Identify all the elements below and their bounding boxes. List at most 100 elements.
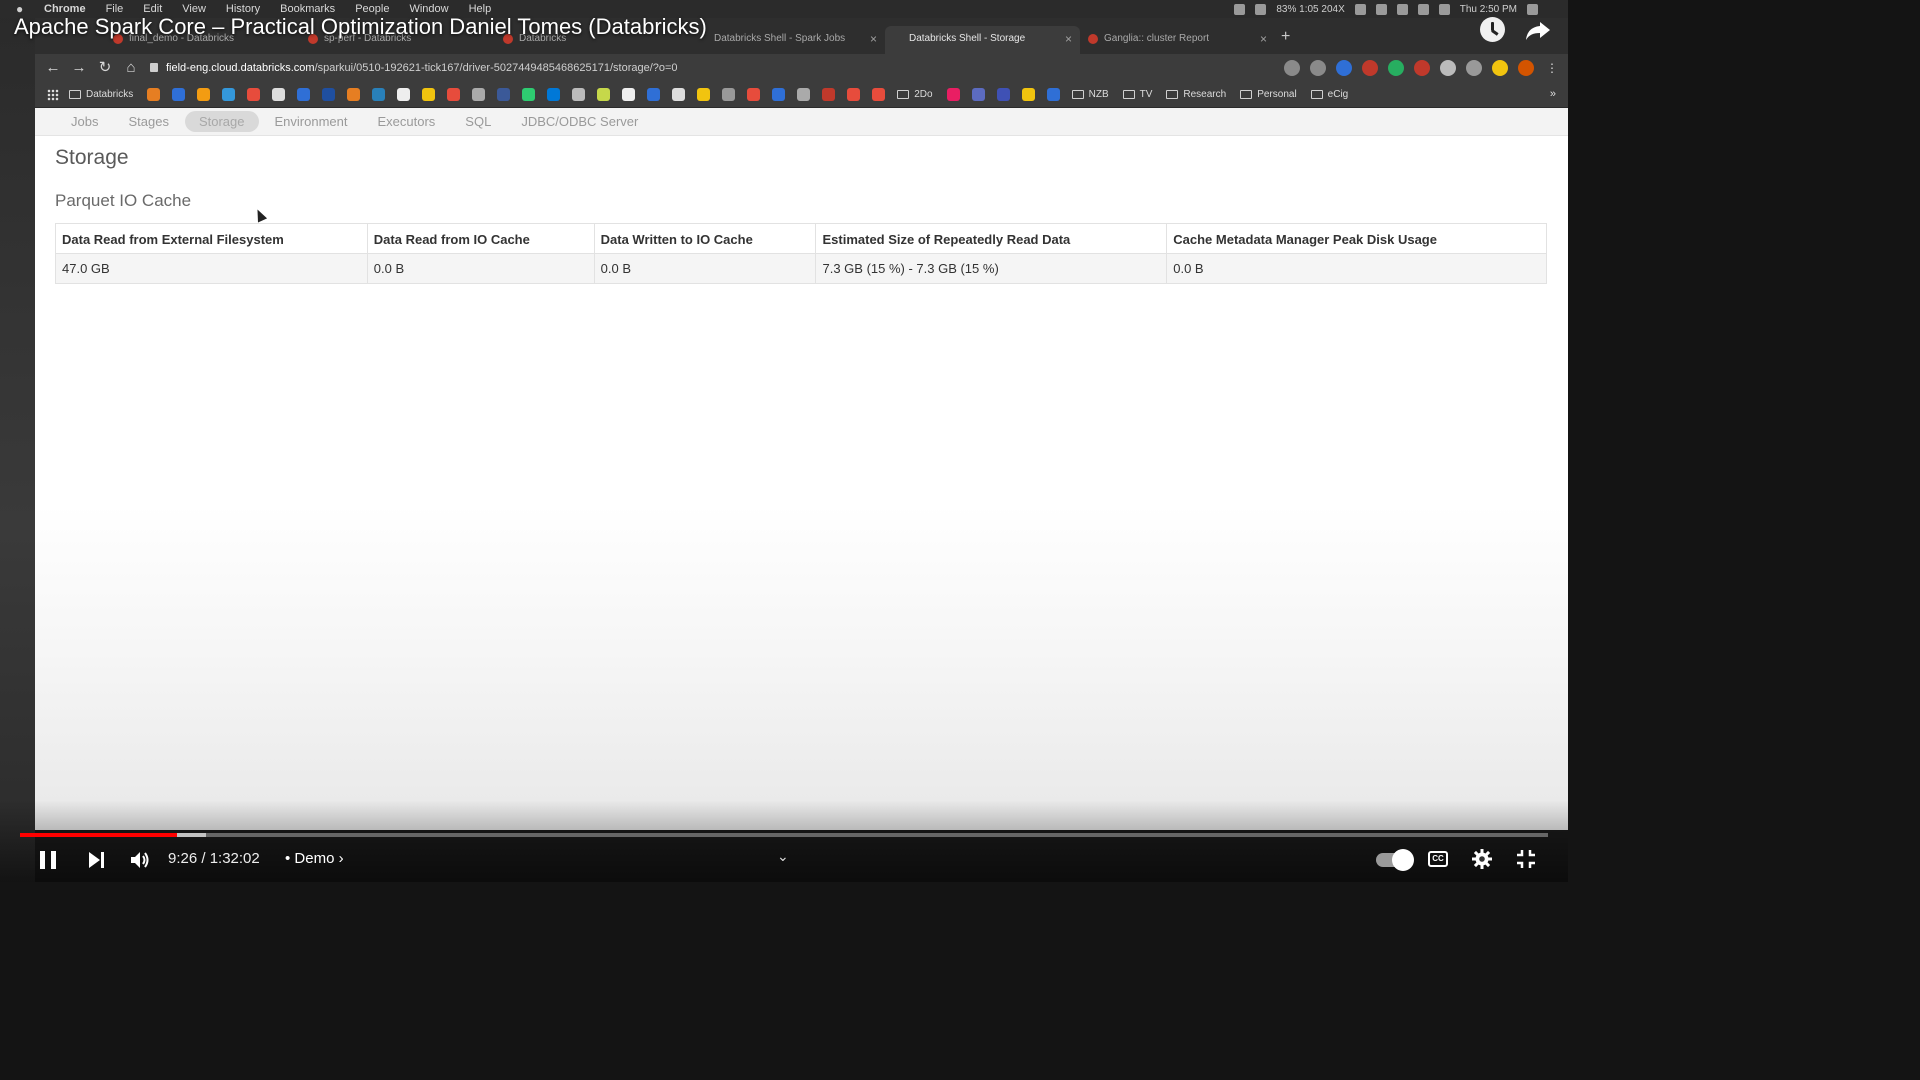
volume-icon[interactable] bbox=[131, 851, 151, 869]
extension-icon[interactable] bbox=[1362, 60, 1378, 76]
pause-icon[interactable] bbox=[40, 851, 56, 869]
tab-sql[interactable]: SQL bbox=[451, 111, 505, 132]
column-header[interactable]: Data Written to IO Cache bbox=[593, 223, 817, 254]
wifi-icon[interactable] bbox=[1417, 3, 1429, 15]
extension-icon[interactable] bbox=[1336, 60, 1352, 76]
column-header[interactable]: Data Read from External Filesystem bbox=[55, 223, 368, 254]
extension-icon[interactable] bbox=[1414, 60, 1430, 76]
bookmark-icon[interactable] bbox=[247, 88, 261, 101]
bookmark-folder[interactable]: 2Do bbox=[897, 89, 933, 100]
bookmark-icon[interactable] bbox=[647, 88, 661, 101]
status-icon[interactable] bbox=[1375, 3, 1387, 15]
video-title[interactable]: Apache Spark Core – Practical Optimizati… bbox=[14, 14, 707, 40]
captions-icon[interactable]: CC bbox=[1428, 851, 1448, 867]
bookmark-icon[interactable] bbox=[372, 88, 386, 101]
browser-tab[interactable]: Databricks Shell - Spark Jobs × bbox=[690, 26, 885, 54]
bookmark-icon[interactable] bbox=[297, 88, 311, 101]
bookmark-icon[interactable] bbox=[197, 88, 211, 101]
next-video-icon[interactable] bbox=[89, 852, 105, 868]
zoom-icon[interactable] bbox=[1284, 60, 1300, 76]
tab-storage[interactable]: Storage bbox=[184, 111, 259, 132]
windows-icon[interactable] bbox=[547, 88, 561, 101]
spotlight-icon[interactable] bbox=[1527, 3, 1538, 15]
facebook-icon[interactable] bbox=[497, 88, 511, 101]
bookmark-icon[interactable] bbox=[447, 88, 461, 101]
bookmark-icon[interactable] bbox=[772, 88, 786, 101]
progress-bar[interactable] bbox=[20, 833, 1548, 837]
reload-icon[interactable]: ↻ bbox=[96, 59, 114, 77]
bookmark-icon[interactable] bbox=[672, 88, 686, 101]
bluetooth-icon[interactable] bbox=[1396, 3, 1408, 15]
bookmark-icon[interactable] bbox=[597, 88, 611, 101]
tab-executors[interactable]: Executors bbox=[363, 111, 449, 132]
autoplay-toggle[interactable] bbox=[1376, 849, 1414, 871]
exit-fullscreen-icon[interactable] bbox=[1517, 850, 1535, 868]
bookmark-icon[interactable] bbox=[172, 88, 186, 101]
home-icon[interactable]: ⌂ bbox=[122, 59, 140, 77]
chevron-down-icon[interactable]: ⌄ bbox=[777, 848, 789, 865]
more-menu-icon[interactable]: ⋮ bbox=[1544, 60, 1560, 76]
forward-arrow-icon[interactable]: → bbox=[70, 59, 88, 77]
bookmark-icon[interactable] bbox=[347, 88, 361, 101]
bookmark-icon[interactable] bbox=[422, 88, 436, 101]
chapter-label[interactable]: • Demo › bbox=[285, 850, 344, 867]
volume-icon[interactable] bbox=[1438, 3, 1450, 15]
share-icon[interactable] bbox=[1524, 16, 1552, 44]
new-tab-button[interactable]: + bbox=[1281, 28, 1290, 46]
bookmark-icon[interactable] bbox=[622, 88, 636, 101]
bookmark-icon[interactable] bbox=[996, 88, 1010, 101]
tab-stages[interactable]: Stages bbox=[114, 111, 182, 132]
apps-grid-icon[interactable] bbox=[47, 88, 59, 101]
cloud-icon[interactable] bbox=[1255, 3, 1267, 15]
more-bookmarks-chevron-icon[interactable]: » bbox=[1550, 88, 1556, 100]
status-icon[interactable] bbox=[1354, 3, 1366, 15]
bookmark-icon[interactable] bbox=[322, 88, 336, 101]
bookmark-icon[interactable] bbox=[1046, 88, 1060, 101]
bookmark-icon[interactable] bbox=[722, 88, 736, 101]
bookmark-icon[interactable] bbox=[522, 88, 536, 101]
browser-tab-active[interactable]: Databricks Shell - Storage × bbox=[885, 26, 1080, 54]
bookmark-icon[interactable] bbox=[797, 88, 811, 101]
bookmark-icon[interactable] bbox=[747, 88, 761, 101]
bookmark-folder[interactable]: Research bbox=[1166, 89, 1226, 100]
extension-icon[interactable] bbox=[1466, 60, 1482, 76]
bookmark-folder[interactable]: Personal bbox=[1240, 89, 1297, 100]
tab-jobs[interactable]: Jobs bbox=[57, 111, 112, 132]
bookmark-icon[interactable] bbox=[822, 88, 836, 101]
gear-icon[interactable] bbox=[1472, 849, 1492, 869]
bookmark-icon[interactable] bbox=[272, 88, 286, 101]
watch-later-icon[interactable] bbox=[1480, 17, 1505, 42]
bookmark-icon[interactable] bbox=[847, 88, 861, 101]
bookmark-icon[interactable] bbox=[697, 88, 711, 101]
bookmark-icon[interactable] bbox=[1021, 88, 1035, 101]
bookmark-icon[interactable] bbox=[147, 88, 161, 101]
bookmark-folder[interactable]: Databricks bbox=[69, 89, 133, 100]
bookmark-icon[interactable] bbox=[572, 88, 586, 101]
google-drive-icon[interactable] bbox=[1492, 60, 1508, 76]
bookmark-icon[interactable] bbox=[872, 88, 886, 101]
column-header[interactable]: Estimated Size of Repeatedly Read Data bbox=[815, 223, 1168, 254]
close-tab-icon[interactable]: × bbox=[870, 26, 877, 52]
close-tab-icon[interactable]: × bbox=[1260, 26, 1267, 52]
column-header[interactable]: Cache Metadata Manager Peak Disk Usage bbox=[1166, 223, 1547, 254]
tab-environment[interactable]: Environment bbox=[261, 111, 362, 132]
address-bar[interactable]: field-eng.cloud.databricks.com/sparkui/0… bbox=[150, 57, 1260, 79]
column-header[interactable]: Data Read from IO Cache bbox=[366, 223, 595, 254]
menu-bar-clock[interactable]: Thu 2:50 PM bbox=[1460, 4, 1517, 15]
profile-avatar[interactable] bbox=[1518, 60, 1534, 76]
extension-icon[interactable] bbox=[1388, 60, 1404, 76]
bookmark-folder[interactable]: eCig bbox=[1310, 89, 1348, 100]
extension-icon[interactable] bbox=[1440, 60, 1456, 76]
bookmark-icon[interactable] bbox=[472, 88, 486, 101]
browser-tab[interactable]: Ganglia:: cluster Report × bbox=[1080, 26, 1275, 54]
bookmark-folder[interactable]: TV bbox=[1122, 89, 1152, 100]
tab-jdbc-odbc-server[interactable]: JDBC/ODBC Server bbox=[507, 111, 652, 132]
bookmark-icon[interactable] bbox=[971, 88, 985, 101]
bookmark-icon[interactable] bbox=[222, 88, 236, 101]
bookmark-icon[interactable] bbox=[946, 88, 960, 101]
bookmark-icon[interactable] bbox=[397, 88, 411, 101]
status-icon[interactable] bbox=[1234, 3, 1246, 15]
back-arrow-icon[interactable]: ← bbox=[44, 59, 62, 77]
close-tab-icon[interactable]: × bbox=[1065, 26, 1072, 52]
bookmark-folder[interactable]: NZB bbox=[1071, 89, 1109, 100]
